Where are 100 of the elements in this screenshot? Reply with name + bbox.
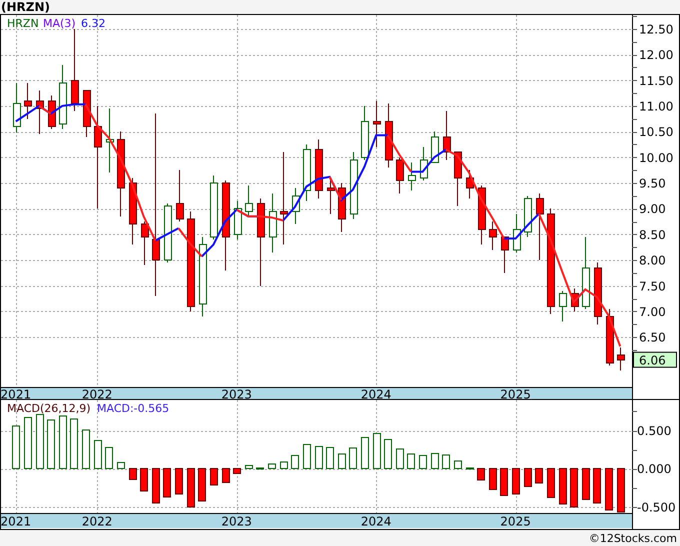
macd-bar: [559, 468, 567, 504]
year-label: 2025: [500, 514, 531, 528]
macd-bar: [361, 436, 369, 470]
macd-bar: [94, 440, 102, 470]
macd-bar: [36, 414, 44, 470]
candlestick: [164, 203, 172, 264]
year-label: 2021: [1, 388, 32, 400]
macd-bar: [140, 468, 148, 492]
year-label: 2023: [221, 514, 252, 528]
candlestick: [594, 262, 602, 325]
candlestick: [385, 102, 393, 168]
macd-bar: [605, 468, 613, 510]
chart-title: (HRZN): [0, 0, 50, 14]
macd-bar: [245, 465, 253, 470]
axis-label: 8.00: [639, 254, 666, 268]
candlestick: [245, 185, 253, 217]
macd-bar: [187, 468, 195, 508]
macd-bar: [570, 468, 578, 508]
macd-bar: [47, 419, 55, 470]
candlestick: [303, 144, 311, 202]
macd-bar: [291, 455, 299, 470]
candlestick: [129, 177, 137, 246]
year-label: 2023: [221, 388, 252, 400]
candlestick: [501, 236, 509, 274]
axis-label: -0.500: [637, 500, 676, 514]
candlestick: [36, 90, 44, 135]
axis-label: 12.50: [639, 22, 674, 36]
macd-bar: [12, 425, 20, 470]
axis-label: 9.00: [639, 202, 666, 216]
copyright-text: ©12Stocks.com: [588, 532, 677, 544]
macd-bar: [500, 468, 508, 496]
candlestick: [210, 174, 218, 240]
macd-bar: [280, 461, 288, 470]
candlestick: [350, 152, 358, 220]
legend-symbol: HRZN: [7, 17, 39, 30]
candlestick: [524, 195, 532, 238]
legend-label: MACD(26,12,9): [7, 402, 91, 415]
macd-bar: [477, 468, 485, 481]
macd-bar: [582, 468, 590, 500]
axis-label: 0.000: [637, 462, 672, 476]
candlestick: [513, 213, 521, 253]
candlestick: [396, 156, 404, 194]
macd-bar: [210, 468, 218, 486]
macd-bar: [547, 468, 555, 498]
axis-label: 12.00: [639, 48, 674, 62]
macd-bar: [233, 468, 241, 474]
axis-label: 11.00: [639, 99, 674, 114]
macd-bar: [198, 468, 206, 502]
macd-bar: [535, 468, 543, 484]
macd-bar: [163, 468, 171, 498]
axis-label: 6.50: [639, 330, 666, 345]
candlestick: [617, 346, 625, 372]
macd-bar: [617, 468, 625, 513]
macd-bar: [315, 446, 323, 470]
macd-bar: [593, 468, 601, 504]
macd-bar: [419, 455, 427, 470]
macd-bar: [117, 462, 125, 470]
candlestick: [478, 185, 486, 246]
candlestick: [24, 82, 32, 120]
candlestick: [361, 105, 369, 160]
macd-bar: [338, 454, 346, 470]
macd-bar: [59, 416, 67, 470]
candlestick: [176, 170, 184, 222]
macd-bar: [396, 448, 404, 470]
axis-label: 8.50: [639, 228, 666, 242]
macd-bar: [512, 468, 520, 494]
macd-bar: [431, 452, 439, 470]
year-label: 2025: [500, 388, 531, 400]
candlestick: [269, 192, 277, 253]
year-label: 2024: [360, 388, 392, 400]
candlestick: [315, 138, 323, 199]
macd-bar: [349, 448, 357, 470]
year-label: 2021: [1, 514, 32, 528]
macd-bar: [489, 468, 497, 490]
candlestick: [489, 221, 497, 250]
year-label: 2022: [82, 514, 112, 528]
candlestick: [59, 64, 67, 130]
axis-label: 0.500: [637, 424, 672, 438]
candlestick: [466, 170, 474, 199]
macd-bar: [256, 467, 264, 470]
candlestick: [454, 152, 462, 207]
candlestick: [13, 82, 21, 134]
macd-bar: [105, 446, 113, 470]
candlestick: [83, 90, 91, 138]
macd-bar: [303, 444, 311, 470]
candlestick: [408, 162, 416, 192]
macd-bar: [222, 468, 230, 483]
axis-label: 10.00: [639, 150, 674, 165]
macd-bar: [454, 460, 462, 470]
legend-indicator: MA(3): [43, 17, 76, 30]
candlestick: [443, 110, 451, 160]
candlestick: [559, 290, 567, 322]
macd-bar: [152, 468, 160, 504]
candlestick: [420, 146, 428, 181]
legend-value: 6.32: [81, 17, 106, 30]
candlestick: [338, 182, 346, 232]
last-price-badge: 6.06: [633, 352, 677, 368]
year-label: 2024: [360, 514, 392, 528]
year-label: 2022: [82, 388, 112, 400]
candlestick: [48, 95, 56, 130]
